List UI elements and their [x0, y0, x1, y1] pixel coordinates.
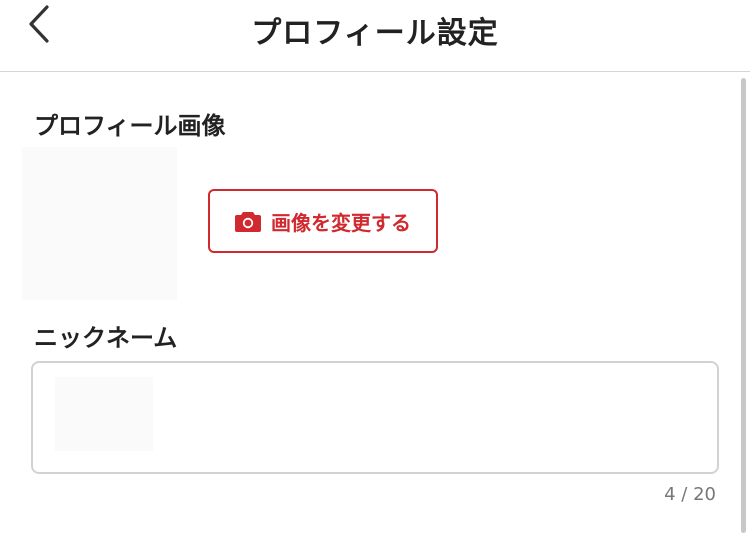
nickname-input[interactable]	[31, 361, 719, 474]
nickname-label: ニックネーム	[34, 324, 178, 352]
character-counter: 4 / 20	[664, 484, 716, 505]
page-title: プロフィール設定	[251, 16, 499, 51]
change-image-label: 画像を変更する	[271, 210, 411, 235]
header: プロフィール設定	[0, 0, 750, 72]
profile-settings-screen: プロフィール設定 プロフィール画像 画像を変更する ニックネーム 4 / 20	[0, 0, 750, 533]
nickname-value-redacted	[55, 377, 153, 451]
change-image-button[interactable]: 画像を変更する	[208, 189, 438, 253]
camera-icon	[235, 212, 261, 232]
profile-image-label: プロフィール画像	[34, 112, 226, 140]
avatar	[22, 147, 177, 300]
scrollbar[interactable]	[741, 78, 746, 533]
